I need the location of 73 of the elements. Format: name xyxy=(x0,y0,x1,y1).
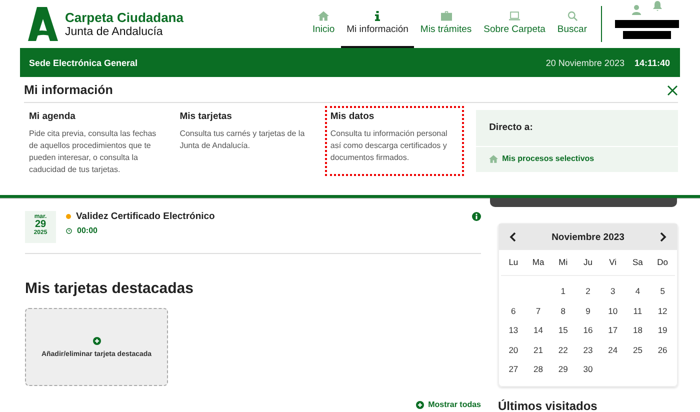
section-title: Mis tarjetas destacadas xyxy=(25,280,194,297)
previous-month-button[interactable] xyxy=(509,232,518,242)
weekday-label: Mi xyxy=(550,250,576,276)
calendar-day[interactable]: 10 xyxy=(600,302,626,321)
brand-title: Carpeta Ciudadana xyxy=(65,10,184,25)
close-icon[interactable] xyxy=(667,84,678,96)
direct-title: Directo a: xyxy=(476,110,678,147)
calendar-day[interactable]: 30 xyxy=(576,360,600,380)
calendar-day[interactable]: 2 xyxy=(576,282,600,302)
calendar-title: Noviembre 2023 xyxy=(552,232,624,242)
logo-icon xyxy=(26,7,58,41)
weekday-label: Ma xyxy=(526,250,551,276)
info-icon[interactable] xyxy=(472,212,481,221)
briefcase-icon xyxy=(440,11,452,21)
menu-section[interactable]: Mis datos Consulta tu información personal así como descarga certificados y documentos firmados. xyxy=(325,106,464,176)
calendar-day[interactable]: 7 xyxy=(526,302,551,321)
plus-icon xyxy=(416,400,424,408)
search-icon xyxy=(566,11,578,21)
panel-title: Mi información xyxy=(24,83,113,97)
home-icon xyxy=(318,11,330,21)
weekday-label: Lu xyxy=(501,250,526,276)
next-month-button[interactable] xyxy=(658,232,667,242)
calendar-day[interactable]: 11 xyxy=(625,302,650,321)
calendar-day[interactable]: 25 xyxy=(625,340,650,360)
current-time: 14:11:40 xyxy=(634,58,670,68)
calendar-day[interactable]: 20 xyxy=(501,340,526,360)
nav-tab[interactable]: Inicio xyxy=(306,0,341,48)
menu-section[interactable]: Mis tarjetas Consulta tus carnés y tarjetas de la Junta de Andalucía. xyxy=(174,106,314,176)
current-date: 20 Noviembre 2023 xyxy=(546,58,624,68)
calendar-day[interactable]: 27 xyxy=(501,360,526,380)
calendar-day[interactable]: 8 xyxy=(550,302,576,321)
calendar-day[interactable]: 18 xyxy=(625,321,650,340)
calendar-day[interactable]: 12 xyxy=(650,302,675,321)
redacted-block xyxy=(623,31,671,39)
calendar-day[interactable]: 19 xyxy=(650,321,675,340)
home-icon xyxy=(489,154,498,162)
calendar-day[interactable]: 6 xyxy=(501,302,526,321)
sede-title: Sede Electrónica General xyxy=(29,58,138,68)
weekday-label: Ju xyxy=(576,250,600,276)
calendar-day[interactable]: 23 xyxy=(576,340,600,360)
calendar-day[interactable]: 17 xyxy=(600,321,626,340)
laptop-icon xyxy=(509,11,520,21)
calendar-day[interactable]: 29 xyxy=(550,360,576,380)
calendar-day[interactable]: 9 xyxy=(576,302,600,321)
redacted-block xyxy=(615,20,679,28)
calendar-day[interactable]: 28 xyxy=(526,360,551,380)
brand-subtitle: Junta de Andalucía xyxy=(65,26,164,38)
weekday-label: Do xyxy=(650,250,675,276)
calendar-day[interactable]: 15 xyxy=(550,321,576,340)
nav-tab[interactable]: Sobre Carpeta xyxy=(478,0,552,48)
calendar-day[interactable]: 26 xyxy=(650,340,675,360)
calendar-day[interactable]: 22 xyxy=(550,340,576,360)
calendar-day[interactable]: 1 xyxy=(550,282,576,302)
calendar-day[interactable]: 16 xyxy=(576,321,600,340)
calendar-day[interactable]: 13 xyxy=(501,321,526,340)
calendar-day[interactable]: 5 xyxy=(650,282,675,302)
nav-tab[interactable]: Buscar xyxy=(551,0,593,48)
menu-section[interactable]: Mi agenda Pide cita previa, consulta las fechas de aquellos procedimientos que te pueden interesar, o consulta la caducidad de tus tarjetas. xyxy=(24,106,163,176)
weekday-label: Vi xyxy=(600,250,626,276)
calendar-day[interactable]: 21 xyxy=(526,340,551,360)
calendar-day[interactable]: 24 xyxy=(600,340,626,360)
nav-tab[interactable]: Mis trámites xyxy=(414,0,478,48)
section-title: Últimos visitados xyxy=(498,398,598,412)
direct-link[interactable]: Mis procesos selectivos xyxy=(476,147,678,170)
clock-icon xyxy=(66,228,72,234)
calendar-day[interactable]: 14 xyxy=(526,321,551,340)
event-title: Validez Certificado Electrónico xyxy=(76,211,215,222)
plus-icon xyxy=(92,336,100,344)
calendar-day[interactable]: 3 xyxy=(600,282,626,302)
weekday-label: Sa xyxy=(625,250,650,276)
calendar-day[interactable]: 4 xyxy=(625,282,650,302)
event-time: 00:00 xyxy=(77,226,98,235)
show-all-link[interactable]: Mostrar todas xyxy=(416,400,481,409)
